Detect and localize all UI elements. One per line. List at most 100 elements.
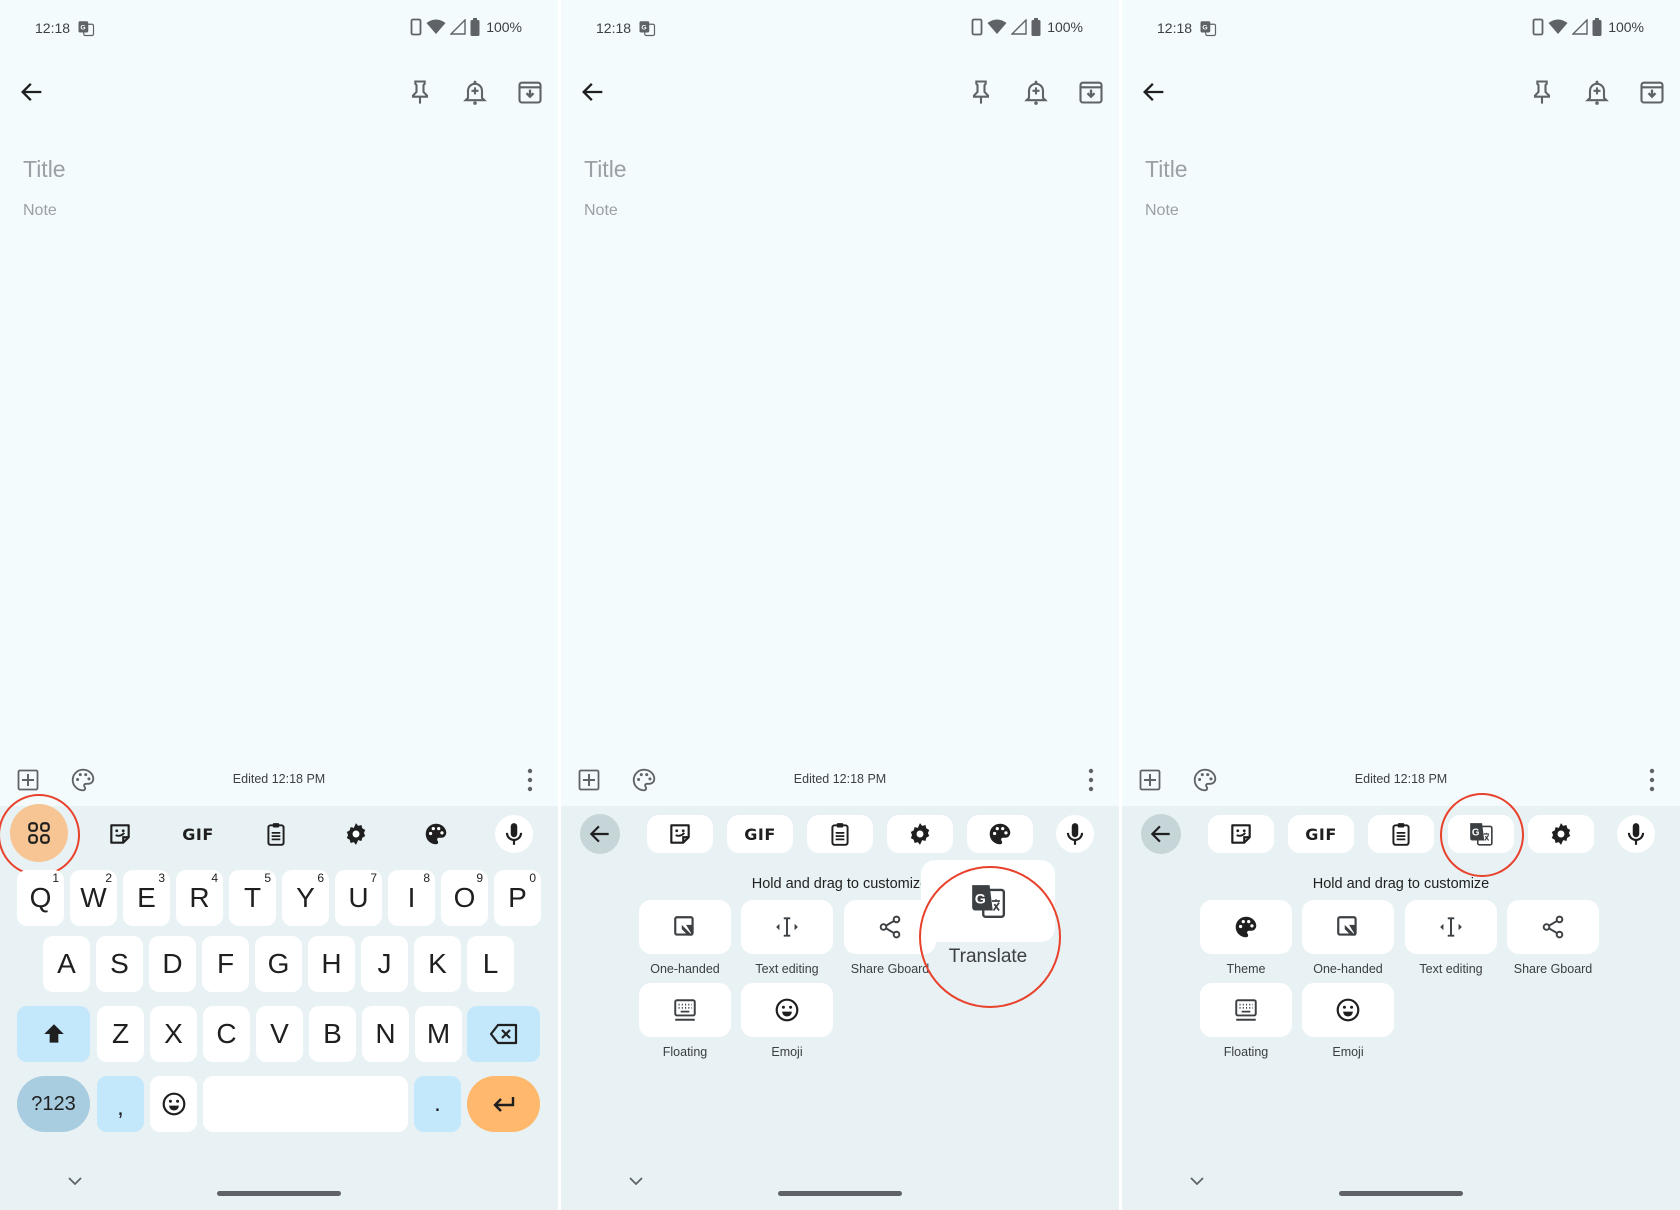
key-f[interactable]: F	[202, 936, 249, 992]
toolbar-back-button[interactable]	[580, 814, 620, 854]
pin-icon[interactable]	[967, 78, 995, 106]
shift-key[interactable]	[17, 1006, 90, 1062]
phone-vibrate-icon	[1532, 18, 1544, 36]
key-v[interactable]: V	[256, 1006, 303, 1062]
key-i[interactable]: I8	[388, 870, 435, 926]
status-bar: 12:18 G 100%	[561, 0, 1119, 56]
floating-keyboard-icon	[1235, 999, 1257, 1021]
toolbar-clipboard-button[interactable]	[1368, 815, 1434, 853]
toolbar-settings-button[interactable]	[1528, 815, 1594, 853]
gesture-home-bar[interactable]	[217, 1191, 341, 1196]
hide-keyboard-chevron-icon[interactable]	[66, 1174, 84, 1188]
comma-key[interactable]: ,	[97, 1076, 144, 1132]
keyboard-toolbar: GIF	[561, 806, 1119, 860]
key-k[interactable]: K	[414, 936, 461, 992]
key-n[interactable]: N	[362, 1006, 409, 1062]
key-c[interactable]: C	[203, 1006, 250, 1062]
archive-icon[interactable]	[516, 78, 544, 106]
toolbar-sticker-button[interactable]	[92, 815, 148, 853]
translate-icon: G	[972, 885, 1006, 919]
note-title-input[interactable]: Title	[23, 156, 66, 183]
space-bar[interactable]	[203, 1076, 408, 1132]
note-title-input[interactable]: Title	[584, 156, 627, 183]
emoji-key[interactable]	[150, 1076, 197, 1132]
hide-keyboard-chevron-icon[interactable]	[1188, 1174, 1206, 1188]
menu-tile[interactable]: Theme	[1200, 900, 1292, 976]
toolbar-back-button[interactable]	[1141, 814, 1181, 854]
key-b[interactable]: B	[309, 1006, 356, 1062]
back-arrow-icon[interactable]	[579, 78, 607, 106]
toolbar-gif-button[interactable]: GIF	[727, 815, 793, 853]
key-s[interactable]: S	[96, 936, 143, 992]
battery-icon	[470, 18, 480, 36]
key-g[interactable]: G	[255, 936, 302, 992]
key-y[interactable]: Y6	[282, 870, 329, 926]
gesture-home-bar[interactable]	[1339, 1191, 1463, 1196]
reminder-bell-icon[interactable]	[461, 78, 489, 106]
note-body-input[interactable]: Note	[1145, 202, 1179, 220]
note-body-input[interactable]: Note	[23, 202, 57, 220]
note-title-input[interactable]: Title	[1145, 156, 1188, 183]
more-options-icon[interactable]	[1079, 767, 1103, 793]
dragging-translate-tile[interactable]: G Translate	[921, 860, 1055, 968]
period-key[interactable]: .	[414, 1076, 461, 1132]
menu-tile[interactable]: Emoji	[741, 983, 833, 1059]
toolbar-gif-button[interactable]: GIF	[1288, 815, 1354, 853]
key-t[interactable]: T5	[229, 870, 276, 926]
symbols-key[interactable]: ?123	[17, 1076, 90, 1132]
key-l[interactable]: L	[467, 936, 514, 992]
menu-tile[interactable]: Share Gboard	[1507, 900, 1599, 976]
toolbar-voice-button[interactable]	[495, 815, 533, 853]
toolbar-theme-button[interactable]	[408, 815, 464, 853]
hide-keyboard-chevron-icon[interactable]	[627, 1174, 645, 1188]
toolbar-settings-button[interactable]	[328, 815, 384, 853]
menu-tile[interactable]: Emoji	[1302, 983, 1394, 1059]
menu-tile[interactable]: Floating	[1200, 983, 1292, 1059]
key-h[interactable]: H	[308, 936, 355, 992]
toolbar-menu-button[interactable]	[10, 804, 68, 862]
back-arrow-icon[interactable]	[18, 78, 46, 106]
archive-icon[interactable]	[1077, 78, 1105, 106]
key-q[interactable]: Q1	[17, 870, 64, 926]
more-options-icon[interactable]	[1640, 767, 1664, 793]
menu-tile[interactable]: Text editing	[1405, 900, 1497, 976]
enter-key[interactable]	[467, 1076, 540, 1132]
key-x[interactable]: X	[150, 1006, 197, 1062]
toolbar-clipboard-button[interactable]	[248, 815, 304, 853]
toolbar-voice-button[interactable]	[1617, 815, 1655, 853]
gesture-home-bar[interactable]	[778, 1191, 902, 1196]
pin-icon[interactable]	[1528, 78, 1556, 106]
toolbar-sticker-button[interactable]	[647, 815, 713, 853]
toolbar-clipboard-button[interactable]	[807, 815, 873, 853]
key-u[interactable]: U7	[335, 870, 382, 926]
menu-tile[interactable]: One-handed	[639, 900, 731, 976]
toolbar-settings-button[interactable]	[887, 815, 953, 853]
backspace-key[interactable]	[467, 1006, 540, 1062]
toolbar-translate-button[interactable]: G	[1448, 815, 1514, 853]
toolbar-theme-button[interactable]	[967, 815, 1033, 853]
key-p[interactable]: P0	[494, 870, 541, 926]
reminder-bell-icon[interactable]	[1022, 78, 1050, 106]
toolbar-gif-button[interactable]: GIF	[170, 815, 226, 853]
note-body-input[interactable]: Note	[584, 202, 618, 220]
archive-icon[interactable]	[1638, 78, 1666, 106]
key-d[interactable]: D	[149, 936, 196, 992]
pin-icon[interactable]	[406, 78, 434, 106]
toolbar-voice-button[interactable]	[1056, 815, 1094, 853]
key-e[interactable]: E3	[123, 870, 170, 926]
reminder-bell-icon[interactable]	[1583, 78, 1611, 106]
back-arrow-icon[interactable]	[1140, 78, 1168, 106]
key-m[interactable]: M	[415, 1006, 462, 1062]
key-o[interactable]: O9	[441, 870, 488, 926]
menu-tile[interactable]: Floating	[639, 983, 731, 1059]
menu-tile[interactable]: Text editing	[741, 900, 833, 976]
key-a[interactable]: A	[43, 936, 90, 992]
key-w[interactable]: W2	[70, 870, 117, 926]
key-z[interactable]: Z	[97, 1006, 144, 1062]
key-r[interactable]: R4	[176, 870, 223, 926]
key-j[interactable]: J	[361, 936, 408, 992]
tile-icon-box	[1507, 900, 1599, 954]
menu-tile[interactable]: One-handed	[1302, 900, 1394, 976]
toolbar-sticker-button[interactable]	[1208, 815, 1274, 853]
more-options-icon[interactable]	[518, 767, 542, 793]
